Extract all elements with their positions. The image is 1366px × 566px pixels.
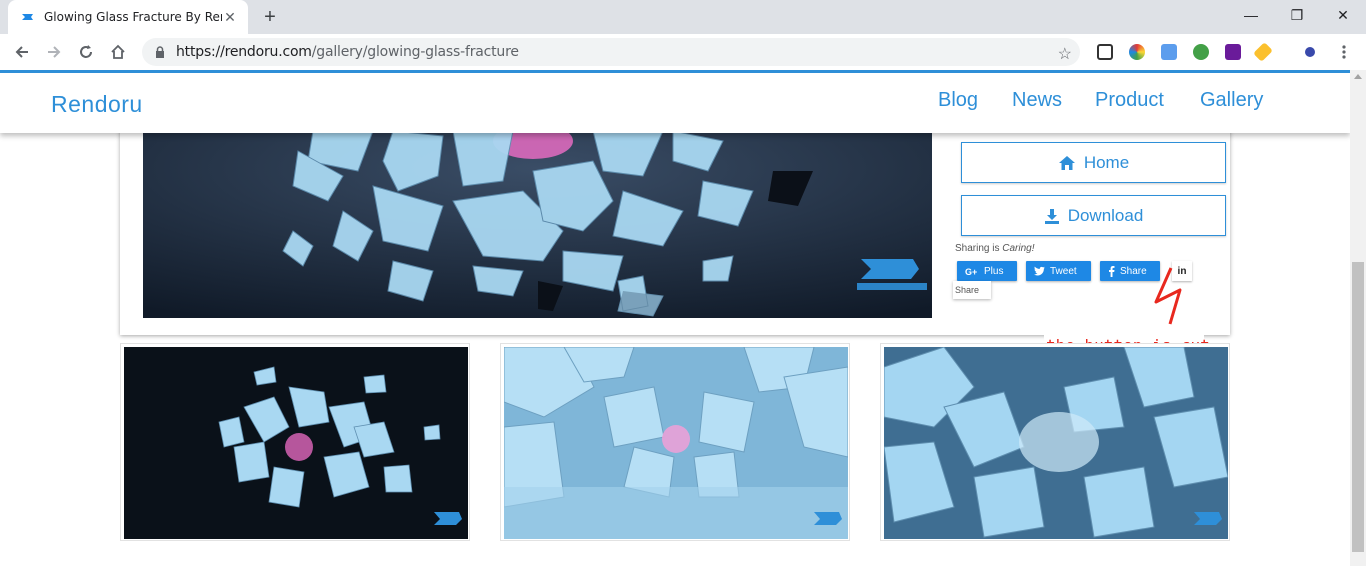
home-icon xyxy=(1058,155,1075,170)
new-tab-icon[interactable]: + xyxy=(258,5,282,29)
extension-1-icon[interactable] xyxy=(1097,44,1113,60)
twitter-icon xyxy=(1034,266,1045,276)
tab-title: Glowing Glass Fracture By Rendo xyxy=(44,10,222,24)
site-brand-link[interactable]: Rendoru xyxy=(51,91,143,118)
site-header: Rendoru Blog News Product Gallery xyxy=(0,73,1350,133)
rendoru-favicon-icon xyxy=(22,14,33,20)
home-icon[interactable] xyxy=(104,38,132,66)
page-viewport: Rendoru Blog News Product Gallery Home D… xyxy=(0,73,1350,566)
extension-3-icon[interactable] xyxy=(1161,44,1177,60)
home-button[interactable]: Home xyxy=(961,142,1226,183)
google-plus-icon: G+ xyxy=(965,267,977,276)
download-button[interactable]: Download xyxy=(961,195,1226,236)
minimize-icon[interactable]: — xyxy=(1228,0,1274,30)
browser-tab[interactable]: Glowing Glass Fracture By Rendo ✕ xyxy=(8,0,248,34)
tab-strip: Glowing Glass Fracture By Rendo ✕ + — ❐ … xyxy=(0,0,1366,34)
close-window-icon[interactable]: ✕ xyxy=(1320,0,1366,30)
svg-text:G+: G+ xyxy=(965,267,977,276)
google-plus-share-button[interactable]: G+ Plus xyxy=(957,261,1017,281)
bookmark-star-icon[interactable]: ☆ xyxy=(1058,44,1072,64)
reload-icon[interactable] xyxy=(72,38,100,66)
page-scrollbar[interactable] xyxy=(1350,70,1366,566)
twitter-share-button[interactable]: Tweet xyxy=(1026,261,1091,281)
gallery-thumbnail-1[interactable] xyxy=(120,343,470,541)
lock-icon xyxy=(156,46,164,58)
extension-6-icon[interactable] xyxy=(1253,42,1273,62)
extension-2-icon[interactable] xyxy=(1129,44,1145,60)
download-icon xyxy=(1044,208,1059,224)
download-button-label: Download xyxy=(1067,205,1144,225)
home-button-label: Home xyxy=(1083,152,1130,172)
close-tab-icon[interactable]: ✕ xyxy=(222,9,238,25)
gallery-thumbnail-3[interactable] xyxy=(880,343,1230,541)
account-icon[interactable] xyxy=(1305,47,1315,57)
scroll-up-icon[interactable] xyxy=(1354,74,1362,79)
lightning-annotation-icon xyxy=(1154,267,1182,325)
linkedin-share-button-bottom[interactable]: Share xyxy=(953,281,991,299)
extension-5-icon[interactable] xyxy=(1225,44,1241,60)
nav-gallery[interactable]: Gallery xyxy=(1200,89,1263,112)
menu-icon[interactable] xyxy=(1330,38,1358,66)
gallery-thumbnail-2[interactable] xyxy=(500,343,850,541)
facebook-icon xyxy=(1109,265,1115,277)
back-icon[interactable] xyxy=(8,38,36,66)
address-bar[interactable]: https://rendoru.com/gallery/glowing-glas… xyxy=(142,38,1080,66)
browser-toolbar: https://rendoru.com/gallery/glowing-glas… xyxy=(0,34,1366,70)
nav-product[interactable]: Product xyxy=(1095,89,1164,112)
url-text: https://rendoru.com/gallery/glowing-glas… xyxy=(176,44,519,60)
nav-news[interactable]: News xyxy=(1012,89,1062,112)
nav-blog[interactable]: Blog xyxy=(938,89,978,112)
restore-icon[interactable]: ❐ xyxy=(1274,0,1320,30)
extension-4-icon[interactable] xyxy=(1193,44,1209,60)
forward-icon[interactable] xyxy=(40,38,68,66)
sharing-caption: Sharing is Caring! xyxy=(955,243,1035,254)
scrollbar-thumb[interactable] xyxy=(1352,262,1364,552)
artwork-image[interactable] xyxy=(143,131,932,318)
